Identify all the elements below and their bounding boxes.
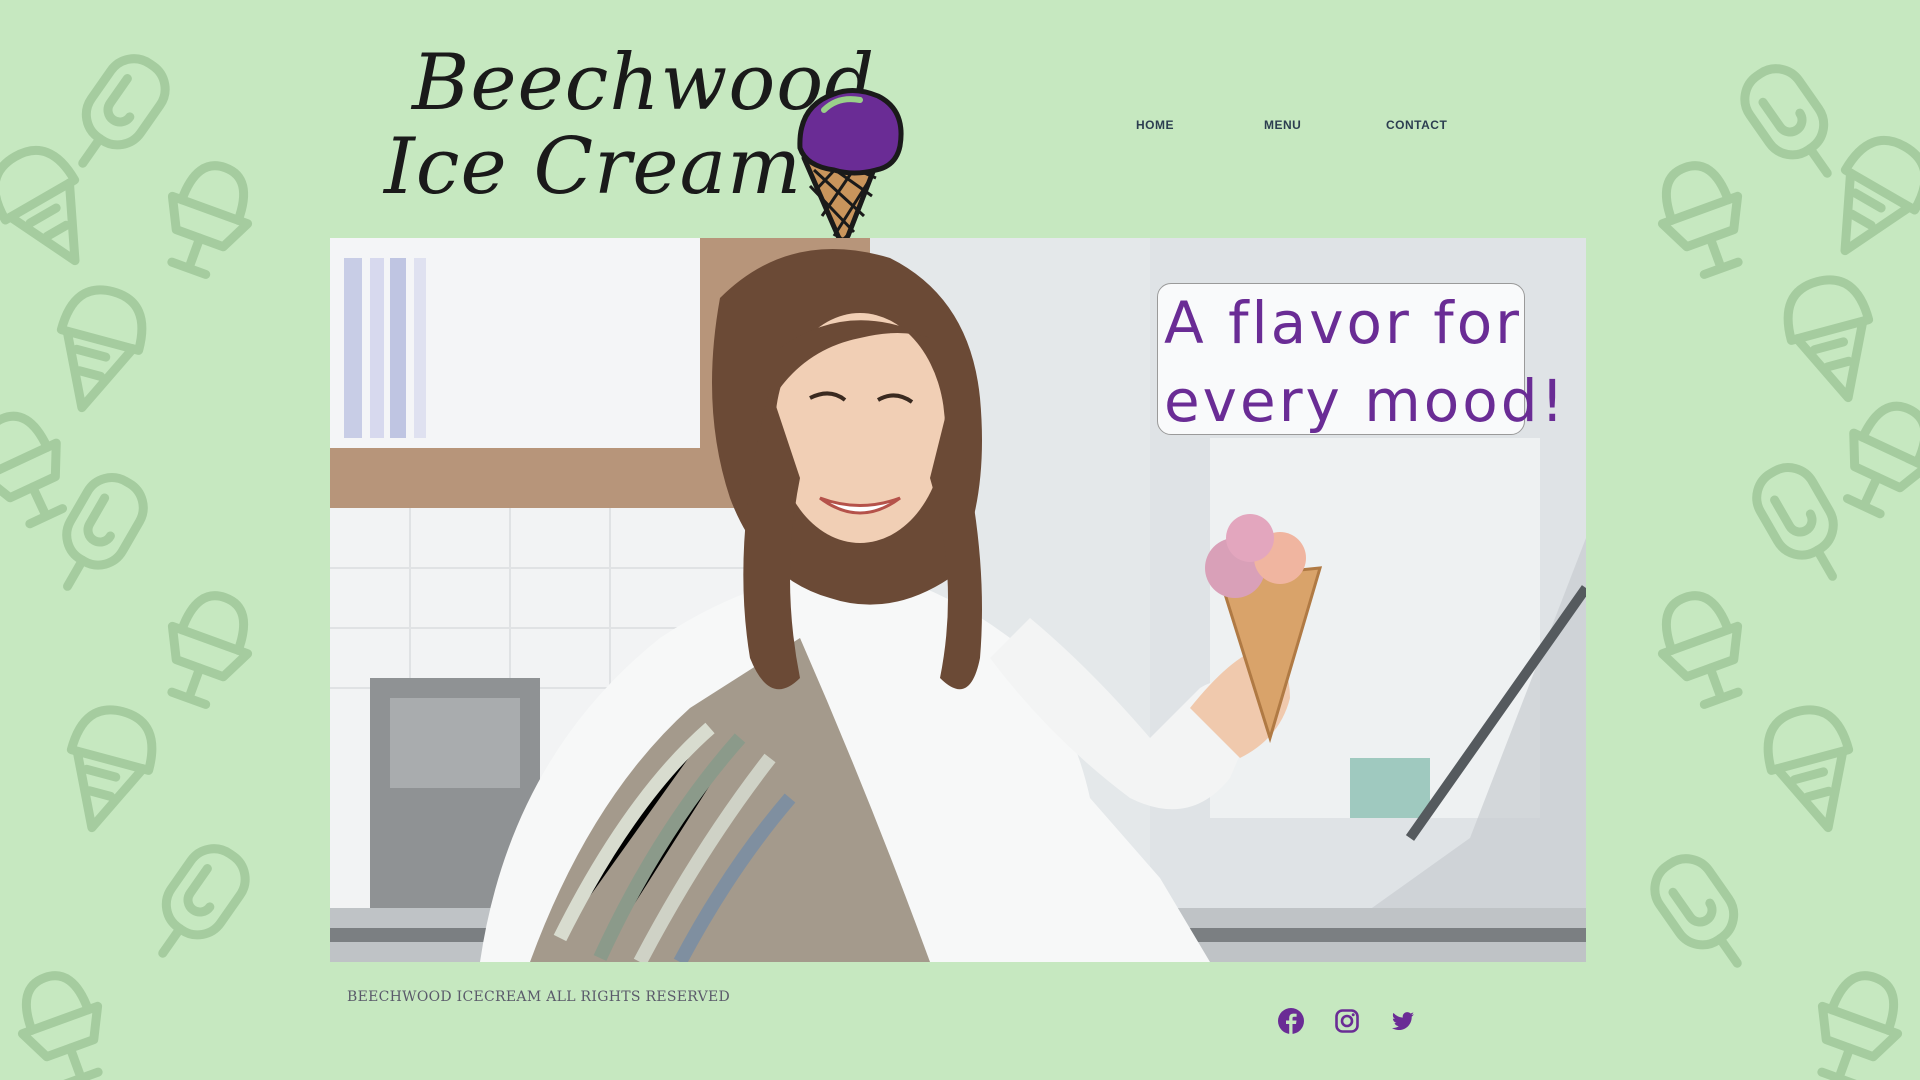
page-container: Beechwood Ice Cream HOME MENU CONTACT A … xyxy=(326,0,1594,1080)
main-nav: HOME MENU CONTACT xyxy=(326,118,1594,134)
footer-copyright: BEECHWOOD ICECREAM ALL RIGHTS RESERVED xyxy=(347,989,731,1005)
facebook-icon[interactable] xyxy=(1278,1008,1304,1034)
nav-contact-link[interactable]: CONTACT xyxy=(1386,118,1447,132)
nav-menu-link[interactable]: MENU xyxy=(1264,118,1301,132)
hero-image: A flavor for every mood! xyxy=(330,238,1586,962)
ice-cream-cone-icon xyxy=(797,88,904,243)
tagline-box: A flavor for every mood! xyxy=(1157,283,1564,435)
logo-line-2: Ice Cream xyxy=(384,122,803,212)
hero-tagline: A flavor for every mood! xyxy=(1164,284,1567,440)
tagline-line-2: every mood! xyxy=(1164,367,1567,435)
nav-home-link[interactable]: HOME xyxy=(1136,118,1174,132)
instagram-icon[interactable] xyxy=(1334,1008,1360,1034)
tagline-line-1: A flavor for xyxy=(1164,289,1523,357)
twitter-icon[interactable] xyxy=(1390,1008,1416,1034)
